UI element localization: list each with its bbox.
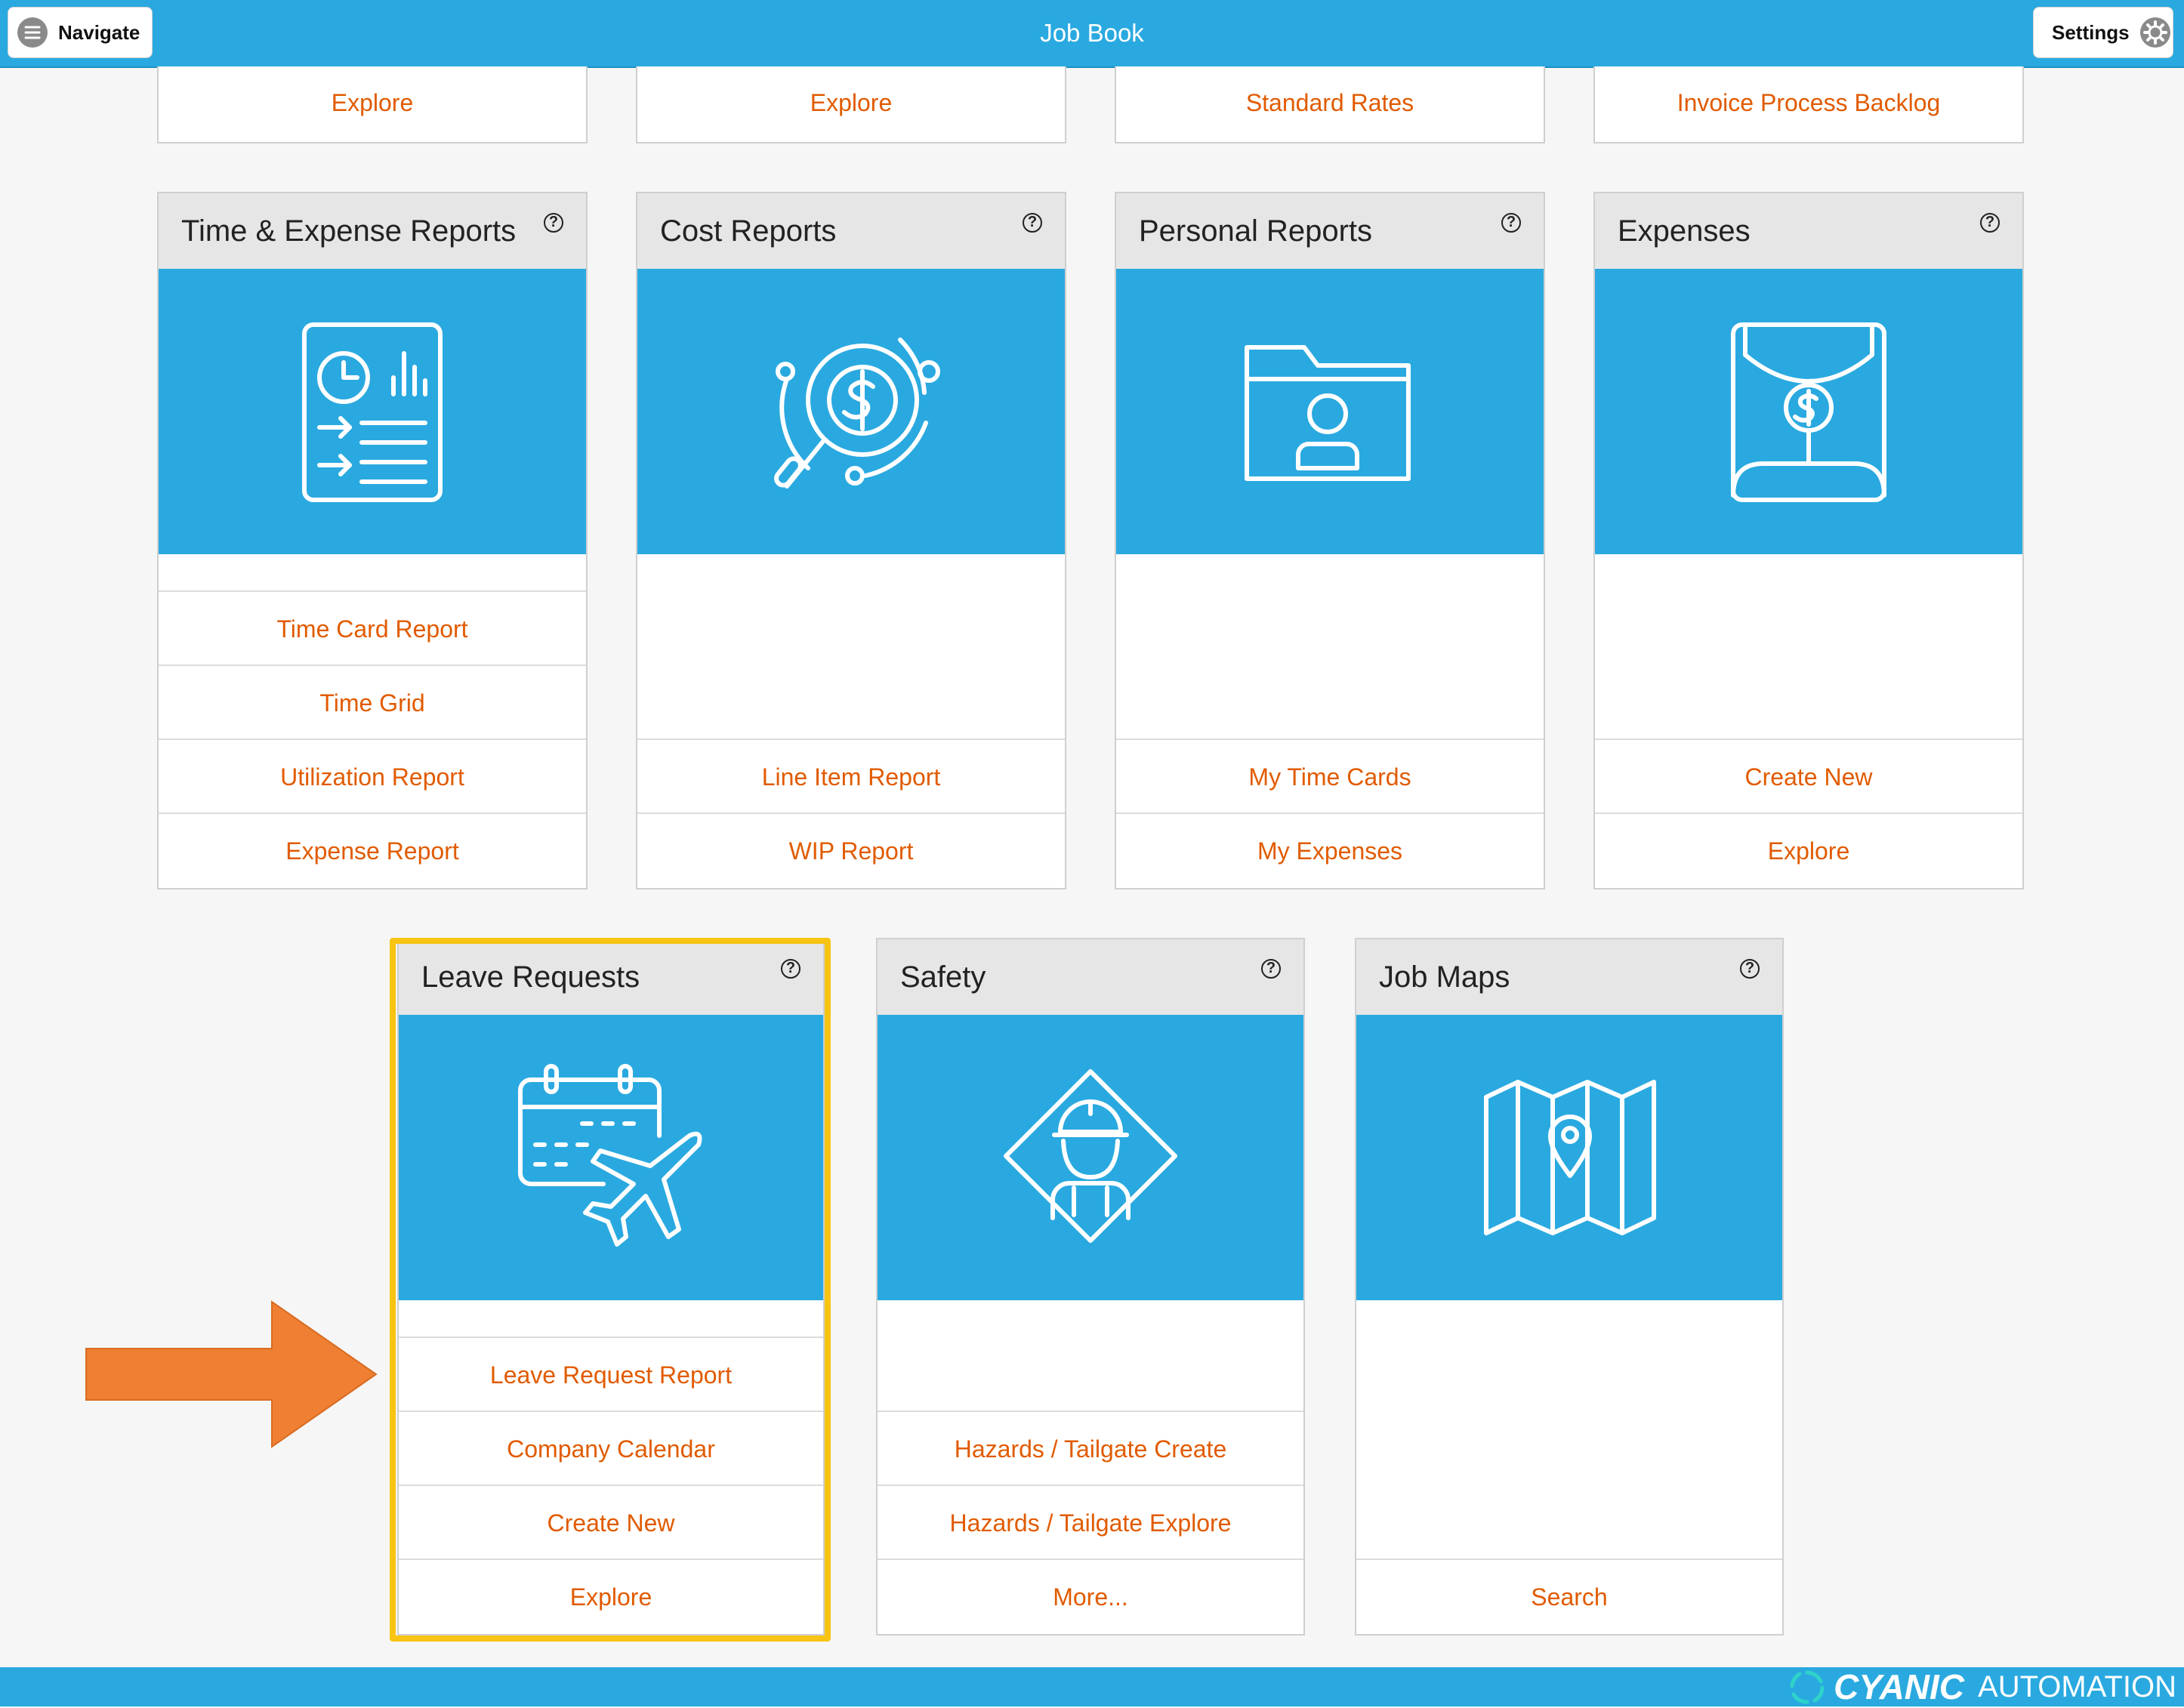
help-icon[interactable]: ? [1501,213,1521,233]
top-link-explore-2[interactable]: Explore [636,66,1066,143]
link-expenses-create-new[interactable]: Create New [1595,738,2022,814]
card-time-expense-reports: Time & Expense Reports ? Time Card Repor… [157,192,588,889]
card-title: Job Maps [1379,960,1510,994]
link-expense-report[interactable]: Expense Report [159,812,586,888]
navigate-button[interactable]: Navigate [8,7,153,58]
brand-logo: CYANIC AUTOMATION [1788,1667,2176,1706]
brand-name-bold: CYANIC [1834,1667,1965,1706]
app-title: Job Book [1040,19,1144,47]
card-image[interactable] [1595,269,2022,554]
menu-icon [17,17,48,48]
top-bar: Job Book Navigate Settings [0,0,2184,68]
card-safety: Safety ? Hazards / Tailgate Create Hazar… [876,938,1305,1636]
card-title: Cost Reports [660,214,837,248]
aperture-logo-icon [1790,1670,1825,1704]
link-hazards-create[interactable]: Hazards / Tailgate Create [878,1410,1303,1486]
money-envelope-icon [1731,322,1886,502]
gear-icon [2139,17,2170,48]
top-link-explore-1[interactable]: Explore [157,66,588,143]
settings-label: Settings [2052,20,2130,44]
card-expenses: Expenses ? Create New Explore [1593,192,2024,889]
callout-arrow [85,1300,378,1448]
report-document-icon [302,322,443,502]
user-folder-icon [1245,345,1411,481]
link-wip-report[interactable]: WIP Report [637,812,1065,888]
link-hazards-explore[interactable]: Hazards / Tailgate Explore [878,1484,1303,1560]
link-time-card-report[interactable]: Time Card Report [159,590,586,666]
card-image[interactable] [1116,269,1544,554]
card-header: Time & Expense Reports ? [159,193,586,269]
card-header: Safety ? [878,939,1303,1015]
link-expenses-explore[interactable]: Explore [1595,812,2022,888]
top-link-invoice-backlog[interactable]: Invoice Process Backlog [1593,66,2024,143]
help-icon[interactable]: ? [1980,213,2000,233]
card-title: Personal Reports [1139,214,1373,248]
link-my-time-cards[interactable]: My Time Cards [1116,738,1544,814]
card-image[interactable] [637,269,1065,554]
card-title: Expenses [1618,214,1751,248]
card-title: Time & Expense Reports [181,214,517,248]
settings-button[interactable]: Settings [2033,7,2173,58]
worker-sign-icon [1004,1069,1177,1243]
card-job-maps: Job Maps ? Search [1355,938,1784,1636]
link-time-grid[interactable]: Time Grid [159,664,586,740]
card-image[interactable] [1356,1015,1782,1300]
help-icon[interactable]: ? [544,213,563,233]
footer-bar: CYANIC AUTOMATION [0,1667,2184,1706]
navigate-label: Navigate [58,20,140,44]
link-my-expenses[interactable]: My Expenses [1116,812,1544,888]
brand-name-light: AUTOMATION [1978,1670,2176,1703]
card-header: Job Maps ? [1356,939,1782,1015]
card-header: Cost Reports ? [637,193,1065,269]
link-map-search[interactable]: Search [1356,1558,1782,1634]
link-line-item-report[interactable]: Line Item Report [637,738,1065,814]
card-personal-reports: Personal Reports ? My Time Cards My Expe… [1115,192,1545,889]
card-image[interactable] [878,1015,1303,1300]
card-title: Safety [900,960,986,994]
help-icon[interactable]: ? [1261,959,1281,979]
top-link-standard-rates[interactable]: Standard Rates [1115,66,1545,143]
help-icon[interactable]: ? [1740,959,1760,979]
map-pin-icon [1484,1080,1656,1235]
card-header: Expenses ? [1595,193,2022,269]
card-image[interactable] [159,269,586,554]
highlight-box [390,938,831,1642]
link-utilization-report[interactable]: Utilization Report [159,738,586,814]
link-safety-more[interactable]: More... [878,1558,1303,1634]
help-icon[interactable]: ? [1023,213,1042,233]
card-cost-reports: Cost Reports ? Line Item Report WIP Repo… [636,192,1066,889]
card-header: Personal Reports ? [1116,193,1544,269]
cost-analysis-icon [774,338,940,489]
